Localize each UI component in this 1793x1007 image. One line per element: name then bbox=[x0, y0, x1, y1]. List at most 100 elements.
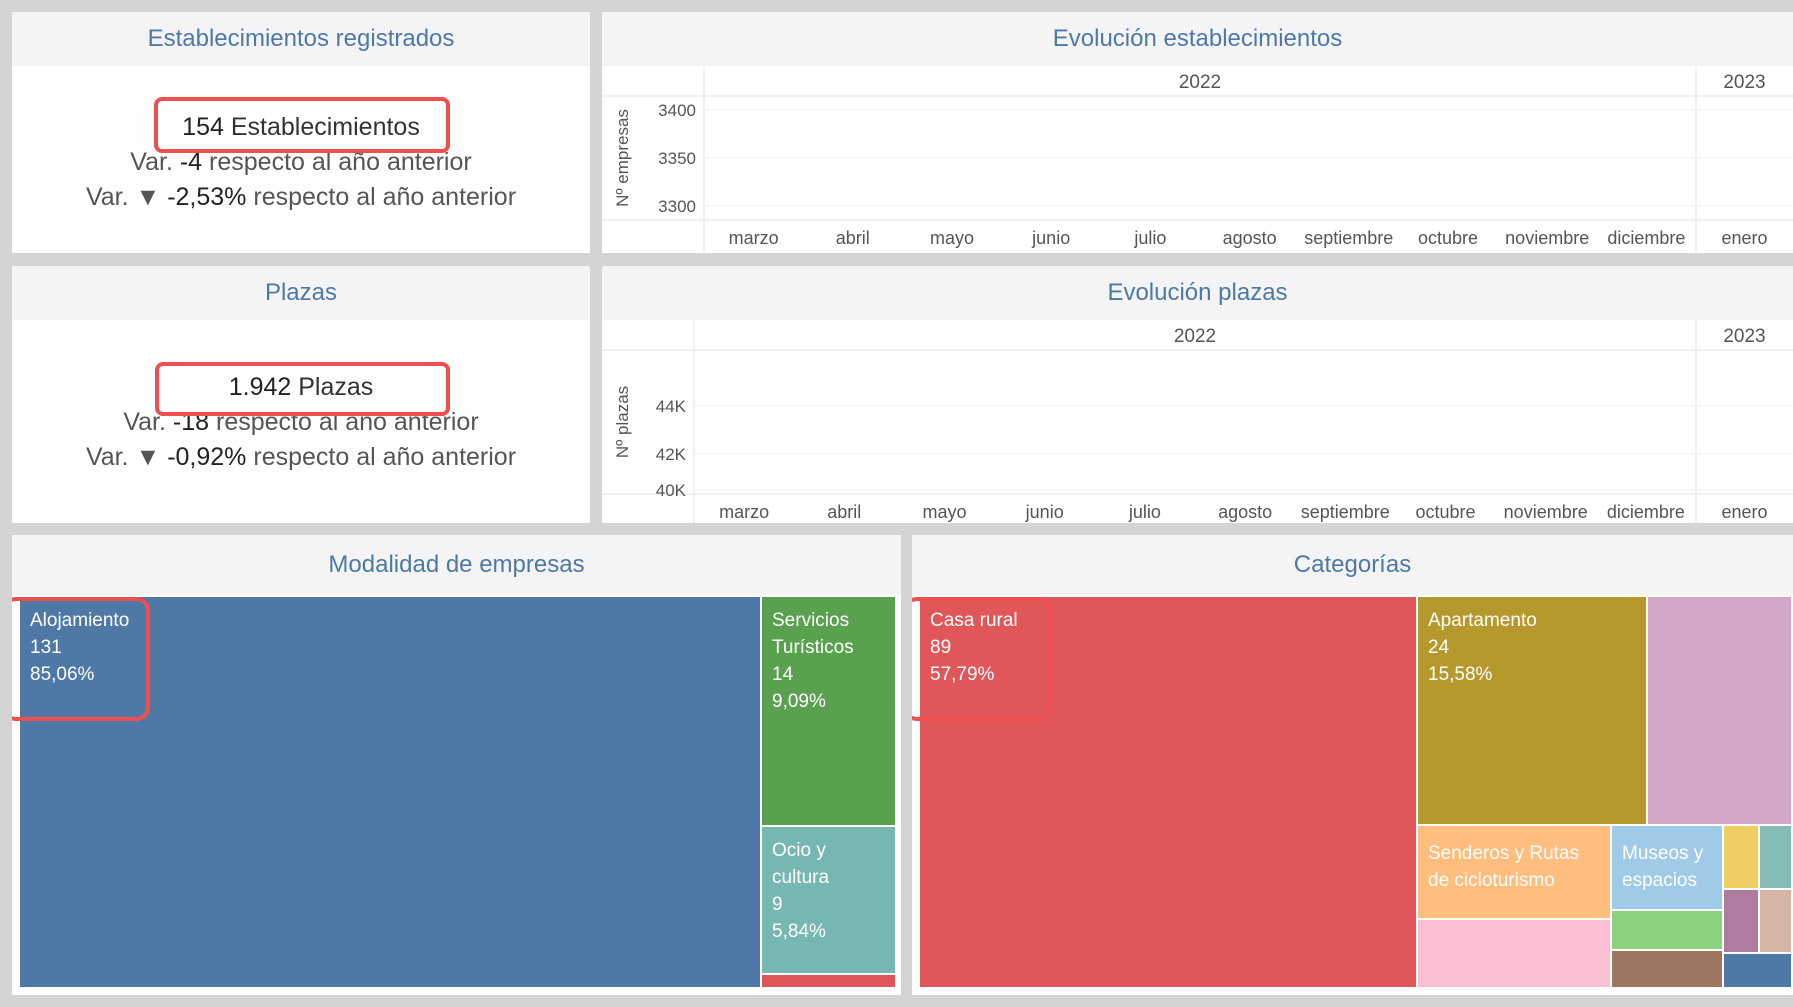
month-label: septiembre bbox=[1301, 502, 1390, 522]
establecimientos-var-pct: Var. ▼ -2,53% respecto al año anterior bbox=[12, 180, 590, 215]
establecimientos-count-unit: Establecimientos bbox=[230, 113, 420, 141]
treemap-cell-minor[interactable] bbox=[1612, 911, 1724, 951]
treemap-cell-minor[interactable] bbox=[1418, 920, 1612, 989]
month-label: agosto bbox=[1223, 228, 1277, 248]
treemap-cell-minor[interactable] bbox=[1648, 597, 1793, 826]
cell-value: 89 bbox=[930, 637, 952, 658]
y-tick-label: 3400 bbox=[658, 101, 696, 120]
evolucion-establecimientos-title: Evolución establecimientos bbox=[602, 12, 1793, 66]
cell-label: Museos y espacios bbox=[1622, 843, 1704, 891]
month-label: marzo bbox=[719, 502, 769, 522]
cell-pct: 5,84% bbox=[772, 921, 826, 942]
cell-pct: 57,79% bbox=[930, 664, 995, 685]
treemap-cell-minor[interactable] bbox=[1760, 826, 1793, 890]
establecimientos-card: Establecimientos registrados 154 Estable… bbox=[12, 12, 590, 253]
plazas-title: Plazas bbox=[12, 266, 590, 320]
plazas-count-unit: Plazas bbox=[298, 373, 374, 401]
plazas-count: 1.942 Plazas bbox=[12, 370, 590, 405]
var-value: -0,92% bbox=[167, 443, 247, 471]
plazas-kpi: 1.942 Plazas Var. -18 respecto al año an… bbox=[12, 370, 590, 475]
year-label-2023: 2023 bbox=[1723, 72, 1765, 93]
y-tick-label: 44K bbox=[656, 397, 687, 416]
cell-label: Casa rural bbox=[930, 610, 1018, 631]
month-label: diciembre bbox=[1607, 228, 1685, 248]
var-prefix: Var. ▼ bbox=[85, 183, 161, 211]
modalidad-title: Modalidad de empresas bbox=[12, 535, 901, 595]
month-label: noviembre bbox=[1505, 228, 1589, 248]
cell-value: 9 bbox=[772, 894, 783, 915]
y-tick-label: 3350 bbox=[658, 149, 696, 168]
treemap-cell-senderos[interactable]: Senderos y Rutas de cicloturismo bbox=[1418, 826, 1612, 920]
treemap-cell-minor[interactable] bbox=[1724, 890, 1760, 954]
treemap-cell-apartamento[interactable]: Apartamento 24 15,58% bbox=[1418, 597, 1648, 826]
cell-label: Ocio y cultura bbox=[772, 840, 830, 888]
var-prefix: Var. bbox=[130, 148, 173, 176]
cell-label: Senderos y Rutas de cicloturismo bbox=[1428, 843, 1580, 891]
month-label: diciembre bbox=[1607, 502, 1685, 522]
treemap-cell-minor[interactable] bbox=[1724, 826, 1760, 890]
establecimientos-kpi: 154 Establecimientos Var. -4 respecto al… bbox=[12, 110, 590, 215]
var-suffix: respecto al año anterior bbox=[209, 148, 472, 176]
treemap-cell-minor[interactable] bbox=[1724, 954, 1793, 989]
y-tick-label: 3300 bbox=[658, 197, 696, 216]
month-label: enero bbox=[1721, 502, 1767, 522]
var-suffix: respecto al año anterior bbox=[216, 408, 479, 436]
y-tick-label: 42K bbox=[656, 445, 687, 464]
evolucion-plazas-title: Evolución plazas bbox=[602, 266, 1793, 320]
month-label: agosto bbox=[1218, 502, 1272, 522]
var-prefix: Var. ▼ bbox=[85, 443, 161, 471]
evolucion-plazas-chart: 2022 2023 44K 42K 40K Nº plazas marzo abril mayo… bbox=[602, 320, 1793, 523]
evolucion-establecimientos-panel: Evolución establecimientos 2022 2023 3400 3… bbox=[602, 12, 1793, 253]
cell-label: Alojamiento bbox=[30, 610, 130, 631]
treemap-cell-alojamiento[interactable]: Alojamiento 131 85,06% bbox=[20, 597, 762, 989]
var-prefix: Var. bbox=[123, 408, 166, 436]
y-axis-title: Nº plazas bbox=[613, 386, 632, 458]
categorias-title: Categorías bbox=[912, 535, 1793, 595]
month-label: enero bbox=[1721, 228, 1767, 248]
plazas-var-abs: Var. -18 respecto al año anterior bbox=[12, 405, 590, 440]
var-value: -2,53% bbox=[167, 183, 247, 211]
month-label: mayo bbox=[930, 228, 974, 248]
treemap-cell-minor[interactable] bbox=[1612, 951, 1724, 989]
cell-pct: 85,06% bbox=[30, 664, 95, 685]
month-label: octubre bbox=[1418, 228, 1478, 248]
month-label: abril bbox=[827, 502, 861, 522]
cell-value: 24 bbox=[1428, 637, 1450, 658]
cell-pct: 15,58% bbox=[1428, 664, 1493, 685]
month-label: junio bbox=[1025, 502, 1064, 522]
treemap-cell-servicios[interactable]: Servicios Turísticos 14 9,09% bbox=[762, 597, 897, 827]
cell-label: Servicios Turísticos bbox=[772, 610, 854, 658]
year-label-2023: 2023 bbox=[1723, 326, 1765, 347]
evolucion-establecimientos-chart: 2022 2023 3400 3350 3300 Nº empresas marzo abri… bbox=[602, 66, 1793, 253]
year-label-2022: 2022 bbox=[1174, 326, 1216, 347]
cell-value: 14 bbox=[772, 664, 794, 685]
plazas-card: Plazas 1.942 Plazas Var. -18 respecto al… bbox=[12, 266, 590, 523]
var-value: -18 bbox=[172, 408, 210, 436]
evolucion-plazas-panel: Evolución plazas 2022 2023 44K 42K 40K Nº pla… bbox=[602, 266, 1793, 523]
month-label: julio bbox=[1128, 502, 1161, 522]
month-label: junio bbox=[1031, 228, 1070, 248]
cell-value: 131 bbox=[30, 637, 62, 658]
month-label: julio bbox=[1133, 228, 1166, 248]
var-suffix: respecto al año anterior bbox=[253, 183, 517, 211]
establecimientos-var-abs: Var. -4 respecto al año anterior bbox=[12, 145, 590, 180]
month-label: abril bbox=[836, 228, 870, 248]
treemap-cell-minor[interactable] bbox=[1760, 890, 1793, 954]
establecimientos-title: Establecimientos registrados bbox=[12, 12, 590, 66]
year-label-2022: 2022 bbox=[1179, 72, 1221, 93]
cell-pct: 9,09% bbox=[772, 691, 826, 712]
month-label: mayo bbox=[922, 502, 966, 522]
var-suffix: respecto al año anterior bbox=[253, 443, 517, 471]
plazas-var-pct: Var. ▼ -0,92% respecto al año anterior bbox=[12, 440, 590, 475]
month-label: noviembre bbox=[1504, 502, 1588, 522]
cell-label: Apartamento bbox=[1428, 610, 1537, 631]
modalidad-panel: Modalidad de empresas Alojamiento 131 85… bbox=[12, 535, 901, 995]
treemap-cell-museos[interactable]: Museos y espacios bbox=[1612, 826, 1724, 911]
establecimientos-count-value: 154 bbox=[182, 113, 224, 141]
establecimientos-count: 154 Establecimientos bbox=[12, 110, 590, 145]
treemap-cell-casa-rural[interactable]: Casa rural 89 57,79% bbox=[920, 597, 1418, 989]
treemap-cell-other[interactable] bbox=[762, 975, 897, 989]
treemap-cell-ocio[interactable]: Ocio y cultura 9 5,84% bbox=[762, 827, 897, 975]
categorias-panel: Categorías Casa rural 89 57,79% Apartame… bbox=[912, 535, 1793, 995]
plazas-count-value: 1.942 bbox=[228, 373, 292, 401]
